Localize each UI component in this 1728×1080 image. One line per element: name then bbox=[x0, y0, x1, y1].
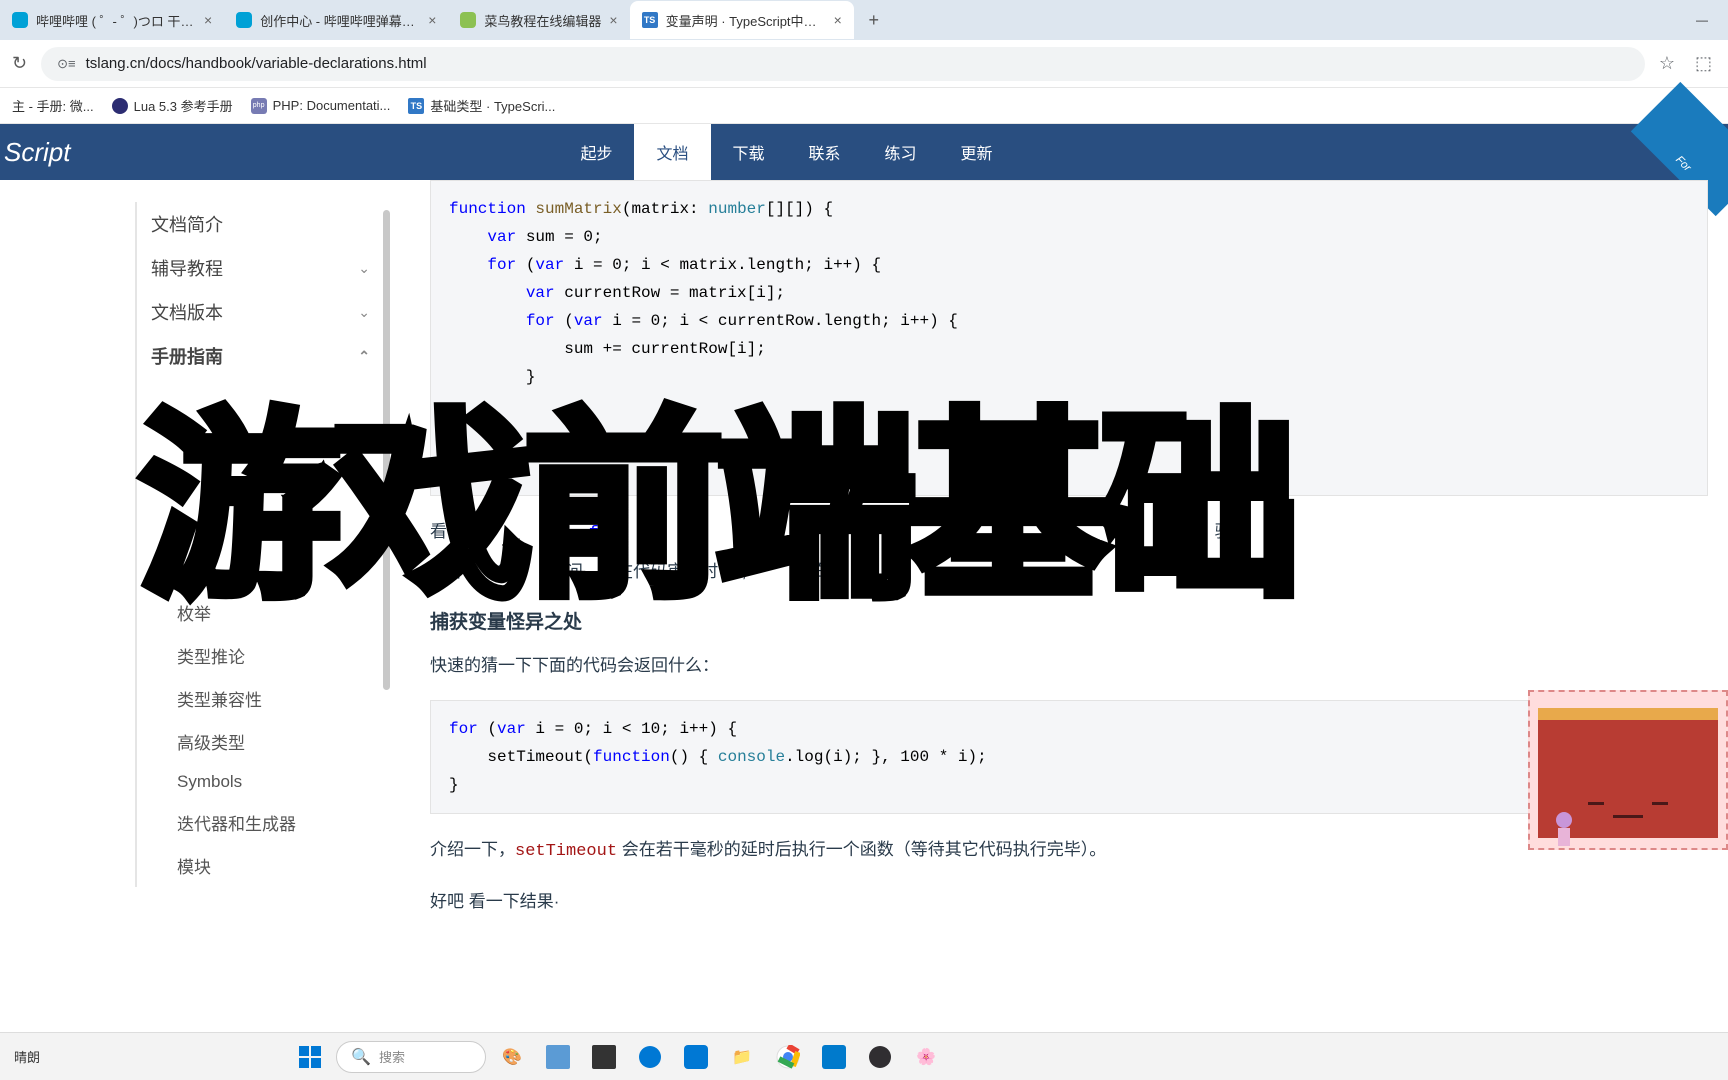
browser-tab-3[interactable]: TS 变量声明 · TypeScript中文网 × bbox=[630, 1, 854, 39]
taskbar-edge[interactable] bbox=[630, 1037, 670, 1077]
close-icon[interactable]: × bbox=[204, 12, 212, 28]
bilibili-icon bbox=[12, 12, 28, 28]
close-icon[interactable]: × bbox=[834, 12, 842, 28]
bookmark-label: 基础类型 · TypeScri... bbox=[430, 96, 555, 115]
overlay-title: 游戏前端基础 bbox=[140, 345, 1292, 635]
tab-title: 变量声明 · TypeScript中文网 bbox=[666, 11, 826, 30]
browser-tab-2[interactable]: 菜鸟教程在线编辑器 × bbox=[448, 1, 629, 39]
window-controls: — bbox=[1696, 13, 1728, 27]
taskbar-app-1[interactable] bbox=[538, 1037, 578, 1077]
taskbar-search[interactable]: 🔍 搜索 bbox=[336, 1041, 486, 1073]
search-placeholder: 搜索 bbox=[379, 1047, 405, 1066]
url-input[interactable]: ⊙≡ tslang.cn/docs/handbook/variable-decl… bbox=[41, 47, 1645, 81]
bookmark-0[interactable]: 主 - 手册: 微... bbox=[12, 96, 94, 115]
sidebar-label: 文档版本 bbox=[151, 299, 223, 325]
sidebar-sub-modules[interactable]: 模块 bbox=[137, 844, 390, 887]
browser-tab-strip: 哔哩哔哩 ( ゜- ゜)つロ 干杯~-bi × 创作中心 - 哔哩哔哩弹幕视频网… bbox=[0, 0, 1728, 40]
chevron-down-icon: ⌄ bbox=[358, 260, 370, 277]
address-bar: ↻ ⊙≡ tslang.cn/docs/handbook/variable-de… bbox=[0, 40, 1728, 88]
bookmark-1[interactable]: Lua 5.3 参考手册 bbox=[112, 96, 233, 115]
taskbar-app-2[interactable] bbox=[584, 1037, 624, 1077]
extensions-icon[interactable]: ⬚ bbox=[1695, 53, 1712, 74]
browser-tab-1[interactable]: 创作中心 - 哔哩哔哩弹幕视频网 × bbox=[224, 1, 448, 39]
tab-title: 创作中心 - 哔哩哔哩弹幕视频网 bbox=[260, 11, 420, 30]
start-button[interactable] bbox=[290, 1037, 330, 1077]
lua-icon bbox=[112, 98, 128, 114]
prose-5: 好吧 看一下结果· bbox=[430, 886, 1708, 918]
taskbar: 晴朗 🔍 搜索 🎨 📁 🌸 bbox=[0, 1032, 1728, 1080]
nav-contact[interactable]: 联系 bbox=[787, 124, 863, 180]
site-info-icon[interactable]: ⊙≡ bbox=[57, 56, 75, 72]
taskbar-vscode[interactable] bbox=[814, 1037, 854, 1077]
taskbar-obs[interactable] bbox=[860, 1037, 900, 1077]
bookmark-label: 主 - 手册: 微... bbox=[12, 96, 94, 115]
code-block-2: ⎘ for (var i = 0; i < 10; i++) { setTime… bbox=[430, 700, 1708, 814]
sidebar-sub-inference[interactable]: 类型推论 bbox=[137, 634, 390, 677]
url-text: tslang.cn/docs/handbook/variable-declara… bbox=[86, 55, 427, 72]
prose-4: 介绍一下，setTimeout 会在若干毫秒的延时后执行一个函数（等待其它代码执… bbox=[430, 834, 1708, 868]
sidebar-label: 文档简介 bbox=[151, 211, 223, 237]
close-icon[interactable]: × bbox=[609, 12, 617, 28]
site-header: Script 起步 文档 下载 联系 练习 更新 For bbox=[0, 124, 1728, 180]
tab-title: 菜鸟教程在线编辑器 bbox=[484, 11, 601, 30]
nav-update[interactable]: 更新 bbox=[939, 124, 1015, 180]
bookmark-label: Lua 5.3 参考手册 bbox=[134, 96, 233, 115]
runoob-icon bbox=[460, 12, 476, 28]
browser-tab-0[interactable]: 哔哩哔哩 ( ゜- ゜)つロ 干杯~-bi × bbox=[0, 1, 224, 39]
close-icon[interactable]: × bbox=[428, 12, 436, 28]
nav-practice[interactable]: 练习 bbox=[863, 124, 939, 180]
new-tab-button[interactable]: + bbox=[860, 6, 888, 34]
bookmark-label: PHP: Documentati... bbox=[273, 98, 391, 113]
weather-widget[interactable]: 晴朗 bbox=[14, 1047, 40, 1066]
nav-download[interactable]: 下载 bbox=[711, 124, 787, 180]
site-nav: 起步 文档 下载 联系 练习 更新 bbox=[558, 124, 1014, 180]
site-logo[interactable]: Script bbox=[0, 137, 88, 168]
picture-in-picture[interactable] bbox=[1528, 690, 1728, 850]
tab-title: 哔哩哔哩 ( ゜- ゜)つロ 干杯~-bi bbox=[36, 11, 196, 30]
avatar-icon bbox=[1548, 808, 1580, 848]
typescript-icon: TS bbox=[408, 98, 424, 114]
taskbar-app-last[interactable]: 🌸 bbox=[906, 1037, 946, 1077]
taskbar-app-3[interactable] bbox=[676, 1037, 716, 1077]
sidebar-item-version[interactable]: 文档版本 ⌄ bbox=[137, 290, 390, 334]
taskbar-explorer[interactable]: 📁 bbox=[722, 1037, 762, 1077]
taskbar-app-0[interactable]: 🎨 bbox=[492, 1037, 532, 1077]
php-icon: php bbox=[251, 98, 267, 114]
bookmark-3[interactable]: TS 基础类型 · TypeScri... bbox=[408, 96, 555, 115]
sidebar-sub-advanced[interactable]: 高级类型 bbox=[137, 720, 390, 763]
typescript-icon: TS bbox=[642, 12, 658, 28]
sidebar-sub-symbols[interactable]: Symbols bbox=[137, 763, 390, 801]
nav-start[interactable]: 起步 bbox=[558, 124, 634, 180]
bookmarks-bar: 主 - 手册: 微... Lua 5.3 参考手册 php PHP: Docum… bbox=[0, 88, 1728, 124]
search-icon: 🔍 bbox=[351, 1047, 371, 1067]
chevron-down-icon: ⌄ bbox=[358, 304, 370, 321]
sidebar-sub-iterators[interactable]: 迭代器和生成器 bbox=[137, 801, 390, 844]
star-icon[interactable]: ☆ bbox=[1659, 53, 1675, 74]
sidebar-sub-compat[interactable]: 类型兼容性 bbox=[137, 677, 390, 720]
taskbar-chrome[interactable] bbox=[768, 1037, 808, 1077]
reload-button[interactable]: ↻ bbox=[12, 53, 27, 74]
sidebar-label: 辅导教程 bbox=[151, 255, 223, 281]
bilibili-icon bbox=[236, 12, 252, 28]
sidebar-item-intro[interactable]: 文档简介 bbox=[137, 202, 390, 246]
minimize-button[interactable]: — bbox=[1696, 13, 1708, 27]
sidebar-item-tutorial[interactable]: 辅导教程 ⌄ bbox=[137, 246, 390, 290]
bookmark-2[interactable]: php PHP: Documentati... bbox=[251, 98, 391, 114]
prose-3: 快速的猜一下下面的代码会返回什么： bbox=[430, 650, 1708, 682]
nav-docs[interactable]: 文档 bbox=[634, 124, 710, 180]
